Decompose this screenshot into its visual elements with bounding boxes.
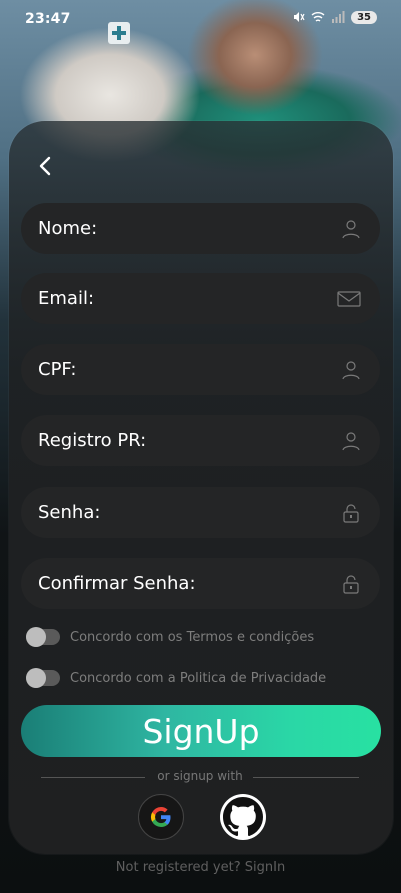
google-signup-button[interactable] xyxy=(138,794,184,840)
signin-link[interactable]: Not registered yet? SignIn xyxy=(0,860,401,875)
signup-button[interactable]: SignUp xyxy=(21,705,381,757)
confirm-password-field-label: Confirmar Senha: xyxy=(38,573,196,594)
privacy-toggle-row: Concordo com a Politica de Privacidade xyxy=(26,668,327,688)
back-button[interactable] xyxy=(35,154,55,178)
github-signup-button[interactable] xyxy=(220,794,266,840)
wifi-icon xyxy=(311,12,325,22)
divider-line-right xyxy=(253,777,359,778)
registro-field[interactable]: Registro PR: xyxy=(21,415,380,466)
name-field[interactable]: Nome: xyxy=(21,203,380,254)
chevron-left-icon xyxy=(39,156,51,176)
password-field-label: Senha: xyxy=(38,502,101,523)
user-icon xyxy=(342,431,360,450)
status-icons: 35 xyxy=(291,10,377,24)
lock-icon xyxy=(343,574,359,594)
cpf-field-label: CPF: xyxy=(38,359,77,380)
google-icon xyxy=(150,806,171,827)
email-field-label: Email: xyxy=(38,288,95,309)
signal-icon xyxy=(332,11,345,23)
terms-toggle-row: Concordo com os Termos e condições xyxy=(26,627,315,647)
terms-toggle[interactable] xyxy=(26,627,60,647)
mute-icon xyxy=(294,12,305,22)
status-time: 23:47 xyxy=(25,11,71,27)
cpf-field[interactable]: CPF: xyxy=(21,344,380,395)
github-icon xyxy=(223,797,263,837)
terms-toggle-label: Concordo com os Termos e condições xyxy=(70,629,315,645)
status-bar: 23:47 35 xyxy=(0,0,401,40)
or-divider: or signup with xyxy=(41,769,359,785)
password-field[interactable]: Senha: xyxy=(21,487,380,538)
mail-icon xyxy=(337,290,361,307)
user-icon xyxy=(342,360,360,379)
privacy-toggle-label: Concordo com a Politica de Privacidade xyxy=(70,670,327,686)
privacy-toggle[interactable] xyxy=(26,668,60,688)
battery-badge: 35 xyxy=(351,10,377,24)
confirm-password-field[interactable]: Confirmar Senha: xyxy=(21,558,380,609)
registro-field-label: Registro PR: xyxy=(38,430,147,451)
or-divider-text: or signup with xyxy=(157,769,243,783)
signup-card: Nome: Email: CPF: Registro PR: Senha: Co… xyxy=(9,121,393,854)
email-field[interactable]: Email: xyxy=(21,273,380,324)
lock-icon xyxy=(343,503,359,523)
user-icon xyxy=(342,219,360,238)
name-field-label: Nome: xyxy=(38,218,98,239)
